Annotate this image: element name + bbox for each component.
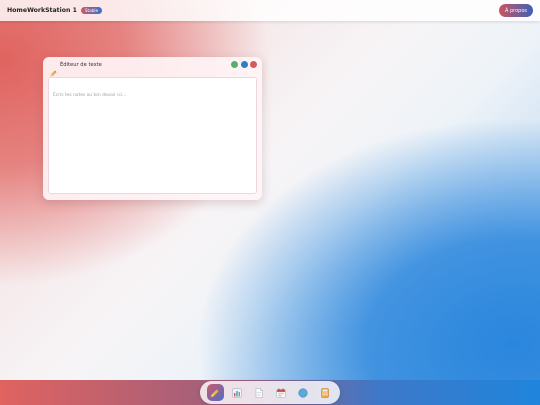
- calculator-icon: [321, 387, 329, 398]
- text-editor-textarea[interactable]: Écris tes notes ou ton devoir ici...: [48, 77, 257, 194]
- version-badge: Stable: [80, 7, 103, 14]
- bar-chart-icon: [232, 387, 242, 398]
- top-bar: HomeWorkStation 1 Stable À propos: [0, 0, 540, 21]
- window-title-bar[interactable]: Éditeur de texte: [43, 57, 262, 77]
- dock-item-calculator[interactable]: [317, 384, 334, 401]
- dock-item-documents[interactable]: [251, 384, 268, 401]
- minimize-button[interactable]: [231, 61, 238, 68]
- app-title: HomeWorkStation 1: [7, 7, 77, 14]
- text-editor-window: Éditeur de texte Écris tes notes ou ton …: [43, 57, 262, 200]
- pencil-icon: [50, 62, 57, 77]
- dock-item-text-editor[interactable]: [206, 384, 224, 401]
- document-icon: [255, 387, 263, 398]
- close-button[interactable]: [250, 61, 257, 68]
- pencil-icon: [210, 388, 220, 397]
- window-title: Éditeur de texte: [60, 62, 102, 68]
- dock-item-charts[interactable]: [229, 384, 246, 401]
- globe-icon: [298, 387, 308, 398]
- editor-placeholder: Écris tes notes ou ton devoir ici...: [53, 93, 127, 98]
- window-controls: [231, 61, 257, 68]
- dock-item-calendar[interactable]: [273, 384, 290, 401]
- dock-item-browser[interactable]: [295, 384, 312, 401]
- maximize-button[interactable]: [240, 61, 248, 68]
- about-button[interactable]: À propos: [498, 4, 533, 17]
- calendar-icon: [276, 388, 286, 398]
- dock: [200, 381, 340, 404]
